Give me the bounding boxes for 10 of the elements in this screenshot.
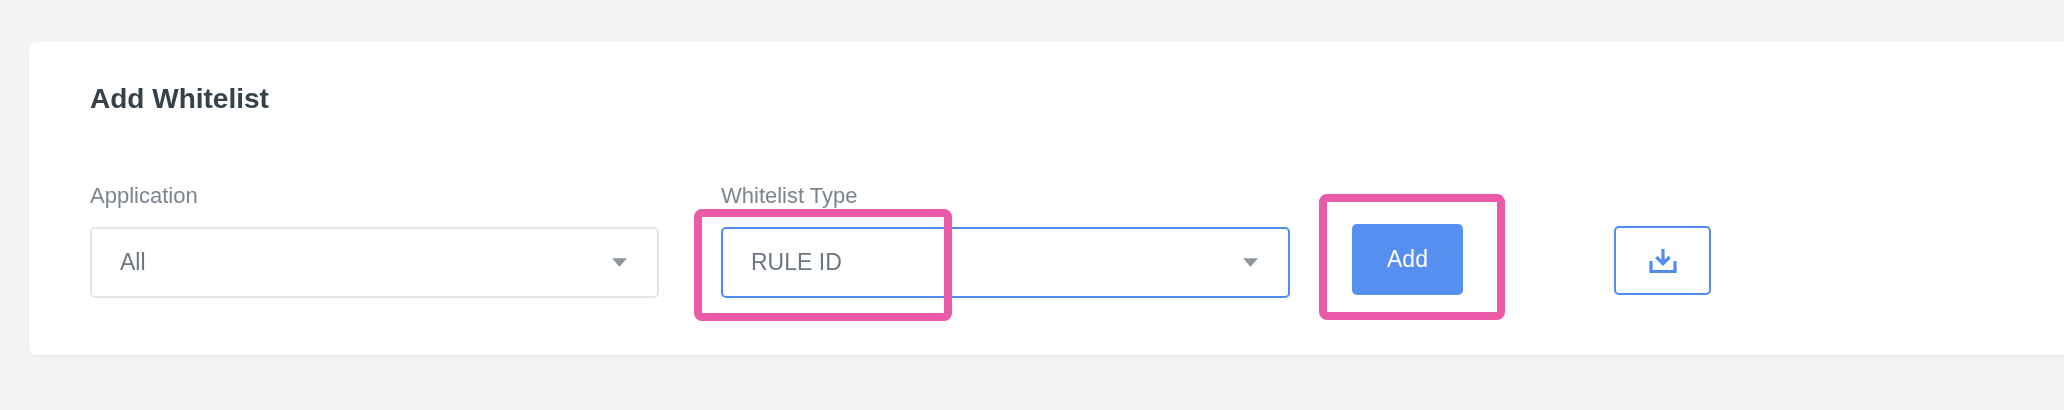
download-icon	[1648, 248, 1677, 273]
card-title: Add Whitelist	[90, 82, 269, 114]
field-label: Whitelist Type	[721, 184, 858, 208]
add-button[interactable]: Add	[1352, 224, 1463, 295]
caret-icon	[1243, 258, 1258, 267]
caret-icon	[612, 258, 627, 267]
dropdown-select[interactable]: RULE ID	[721, 227, 1290, 298]
field-label: Application	[90, 184, 198, 208]
dropdown-select[interactable]: All	[90, 227, 659, 298]
download-button[interactable]	[1614, 226, 1711, 295]
